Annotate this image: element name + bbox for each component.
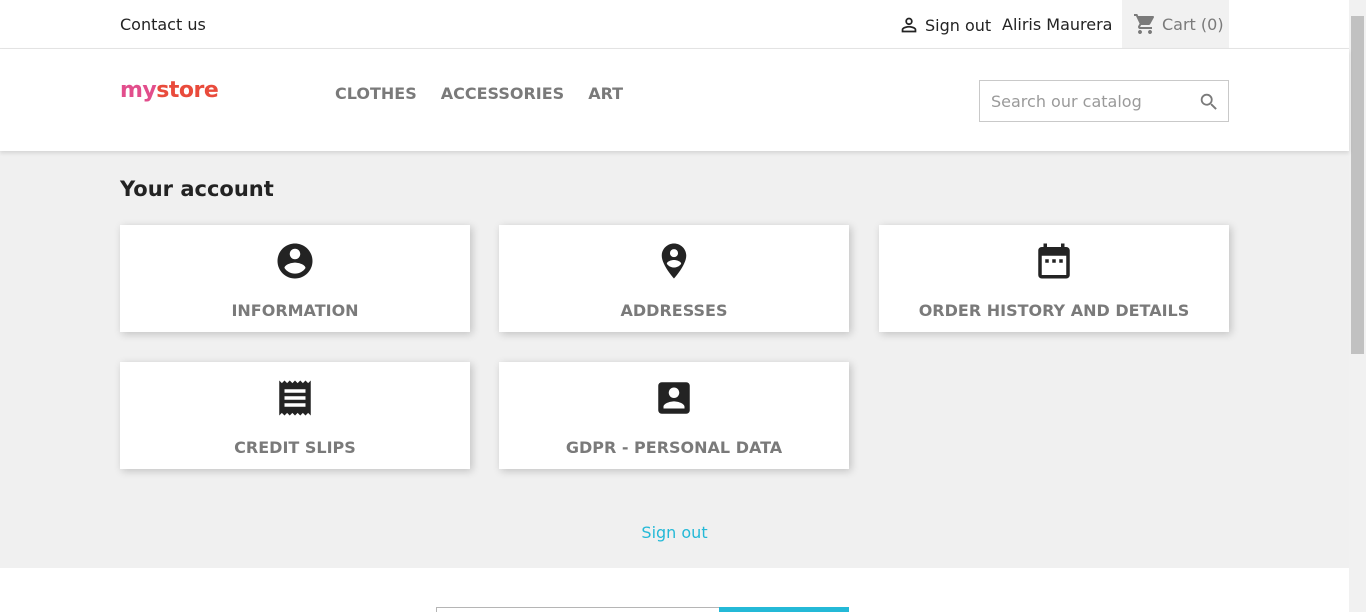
menu-item-accessories[interactable]: Accessories (441, 84, 564, 103)
newsletter-email-field[interactable] (436, 607, 720, 612)
account-circle-icon (277, 243, 313, 279)
credit-slips-tile[interactable]: Credit slips (120, 362, 470, 469)
logo-store: store (156, 78, 219, 103)
gdpr-tile[interactable]: GDPR - Personal data (499, 362, 849, 469)
location-pin-icon (661, 243, 687, 279)
store-logo[interactable]: my store (120, 78, 219, 103)
calendar-icon (1038, 243, 1070, 279)
logo-m: my (120, 78, 157, 103)
customer-name-link[interactable]: Aliris Maurera (1002, 15, 1112, 34)
main-menu: Clothes Accessories Art (335, 84, 623, 103)
contact-us-link[interactable]: Contact us (120, 15, 206, 34)
search-icon[interactable] (1198, 91, 1220, 113)
page-title: Your account (120, 177, 274, 201)
order-history-tile[interactable]: Order history and details (879, 225, 1229, 332)
account-page: Your account Information Addresses Order… (0, 151, 1349, 568)
menu-item-art[interactable]: Art (588, 84, 623, 103)
addresses-tile[interactable]: Addresses (499, 225, 849, 332)
search-widget (979, 80, 1229, 122)
receipt-icon (279, 380, 311, 416)
cart-button[interactable]: Cart (0) (1122, 0, 1229, 48)
account-box-icon (658, 382, 690, 414)
cart-count: (0) (1200, 14, 1224, 34)
newsletter-subscribe-button[interactable] (719, 607, 849, 612)
top-nav-bar: Contact us Sign out Aliris Maurera Cart … (0, 0, 1349, 49)
sign-out-link[interactable]: Sign out (0, 523, 1349, 542)
information-label: Information (231, 301, 359, 320)
information-tile[interactable]: Information (120, 225, 470, 332)
cart-label: Cart (1162, 14, 1196, 34)
search-input[interactable] (980, 81, 1190, 121)
shopping-cart-icon (1134, 14, 1155, 34)
user-icon (901, 17, 917, 33)
addresses-label: Addresses (620, 301, 728, 320)
site-header: my store Clothes Accessories Art (0, 49, 1349, 151)
gdpr-label: GDPR - Personal data (565, 438, 783, 457)
sign-out-label: Sign out (925, 15, 992, 35)
scrollbar-thumb[interactable] (1351, 16, 1364, 354)
sign-out-top-link[interactable]: Sign out (898, 14, 991, 36)
menu-item-clothes[interactable]: Clothes (335, 84, 417, 103)
vertical-scrollbar[interactable] (1349, 0, 1366, 612)
credit-slips-label: Credit slips (234, 438, 356, 457)
order-history-label: Order history and details (918, 301, 1190, 320)
